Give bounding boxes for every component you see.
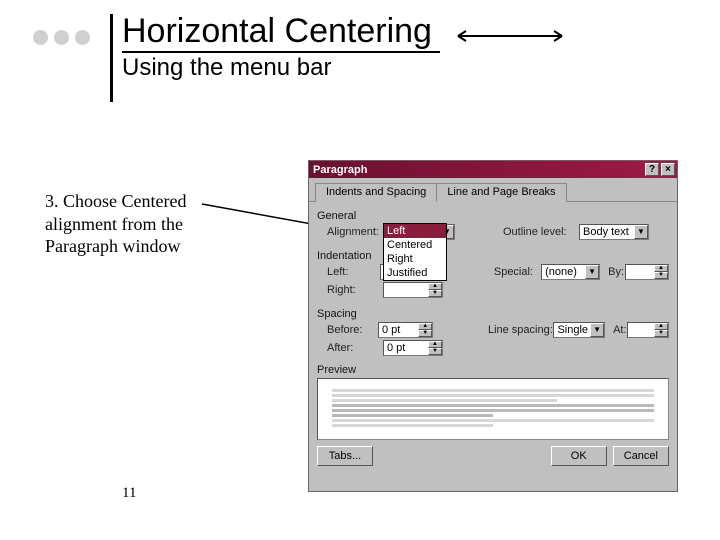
after-value: 0 pt xyxy=(387,342,405,354)
before-value: 0 pt xyxy=(382,324,400,336)
spinner-icon[interactable]: ▲▼ xyxy=(428,341,442,355)
before-label: Before: xyxy=(317,324,378,336)
alignment-dropdown: Left Centered Right Justified xyxy=(383,223,447,281)
instruction-text: 3. Choose Centered alignment from the Pa… xyxy=(45,190,225,258)
general-label: General xyxy=(317,210,669,222)
page-subtitle: Using the menu bar xyxy=(122,54,331,82)
tabs-button[interactable]: Tabs... xyxy=(317,446,373,466)
alignment-option-right[interactable]: Right xyxy=(384,252,446,266)
ok-button[interactable]: OK xyxy=(551,446,607,466)
chevron-down-icon[interactable]: ▼ xyxy=(590,323,604,337)
outline-level-label: Outline level: xyxy=(501,226,579,238)
close-button[interactable]: × xyxy=(661,163,675,176)
special-label: Special: xyxy=(492,266,541,278)
at-field[interactable]: ▲▼ xyxy=(627,322,669,338)
special-value: (none) xyxy=(545,266,577,278)
line-spacing-value: Single xyxy=(557,324,588,336)
indent-right-field[interactable]: ▲▼ xyxy=(383,282,443,298)
after-field[interactable]: 0 pt ▲▼ xyxy=(383,340,443,356)
at-label: At: xyxy=(605,324,626,336)
spinner-icon[interactable]: ▲▼ xyxy=(418,323,432,337)
double-arrow-icon xyxy=(452,26,572,46)
paragraph-dialog: Paragraph ? × Indents and Spacing Line a… xyxy=(308,160,678,492)
before-field[interactable]: 0 pt ▲▼ xyxy=(378,322,433,338)
line-spacing-label: Line spacing: xyxy=(486,324,554,336)
preview-label: Preview xyxy=(317,364,669,376)
spacing-label: Spacing xyxy=(317,308,669,320)
special-combo[interactable]: (none) ▼ xyxy=(541,264,600,280)
dialog-title: Paragraph xyxy=(313,164,367,176)
title-underline xyxy=(122,51,440,53)
tab-line-page-breaks[interactable]: Line and Page Breaks xyxy=(436,183,566,202)
indentation-label: Indentation xyxy=(317,250,669,262)
dialog-buttons: Tabs... OK Cancel xyxy=(309,440,677,472)
title-divider xyxy=(110,14,113,102)
spinner-icon[interactable]: ▲▼ xyxy=(428,283,442,297)
spinner-icon[interactable]: ▲▼ xyxy=(654,323,668,337)
alignment-label: Alignment: xyxy=(317,226,383,238)
help-button[interactable]: ? xyxy=(645,163,659,176)
cancel-button[interactable]: Cancel xyxy=(613,446,669,466)
line-spacing-combo[interactable]: Single ▼ xyxy=(553,322,605,338)
spinner-icon[interactable]: ▲▼ xyxy=(654,265,668,279)
after-label: After: xyxy=(317,342,383,354)
dialog-tabs: Indents and Spacing Line and Page Breaks xyxy=(309,178,677,202)
outline-level-value: Body text xyxy=(583,226,629,238)
slide-number: 11 xyxy=(122,485,136,502)
alignment-option-centered[interactable]: Centered xyxy=(384,238,446,252)
page-title: Horizontal Centering xyxy=(122,12,432,51)
chevron-down-icon[interactable]: ▼ xyxy=(585,265,599,279)
tab-indents-spacing[interactable]: Indents and Spacing xyxy=(315,183,437,202)
by-field[interactable]: ▲▼ xyxy=(625,264,669,280)
chevron-down-icon[interactable]: ▼ xyxy=(634,225,648,239)
indent-right-label: Right: xyxy=(317,284,383,296)
indent-left-label: Left: xyxy=(317,266,380,278)
preview-pane xyxy=(317,378,669,440)
slide-bullets xyxy=(33,30,90,45)
alignment-option-justified[interactable]: Justified xyxy=(384,266,446,280)
dialog-titlebar[interactable]: Paragraph ? × xyxy=(309,161,677,178)
alignment-option-left[interactable]: Left xyxy=(384,224,446,238)
outline-level-combo[interactable]: Body text ▼ xyxy=(579,224,649,240)
by-label: By: xyxy=(600,266,625,278)
